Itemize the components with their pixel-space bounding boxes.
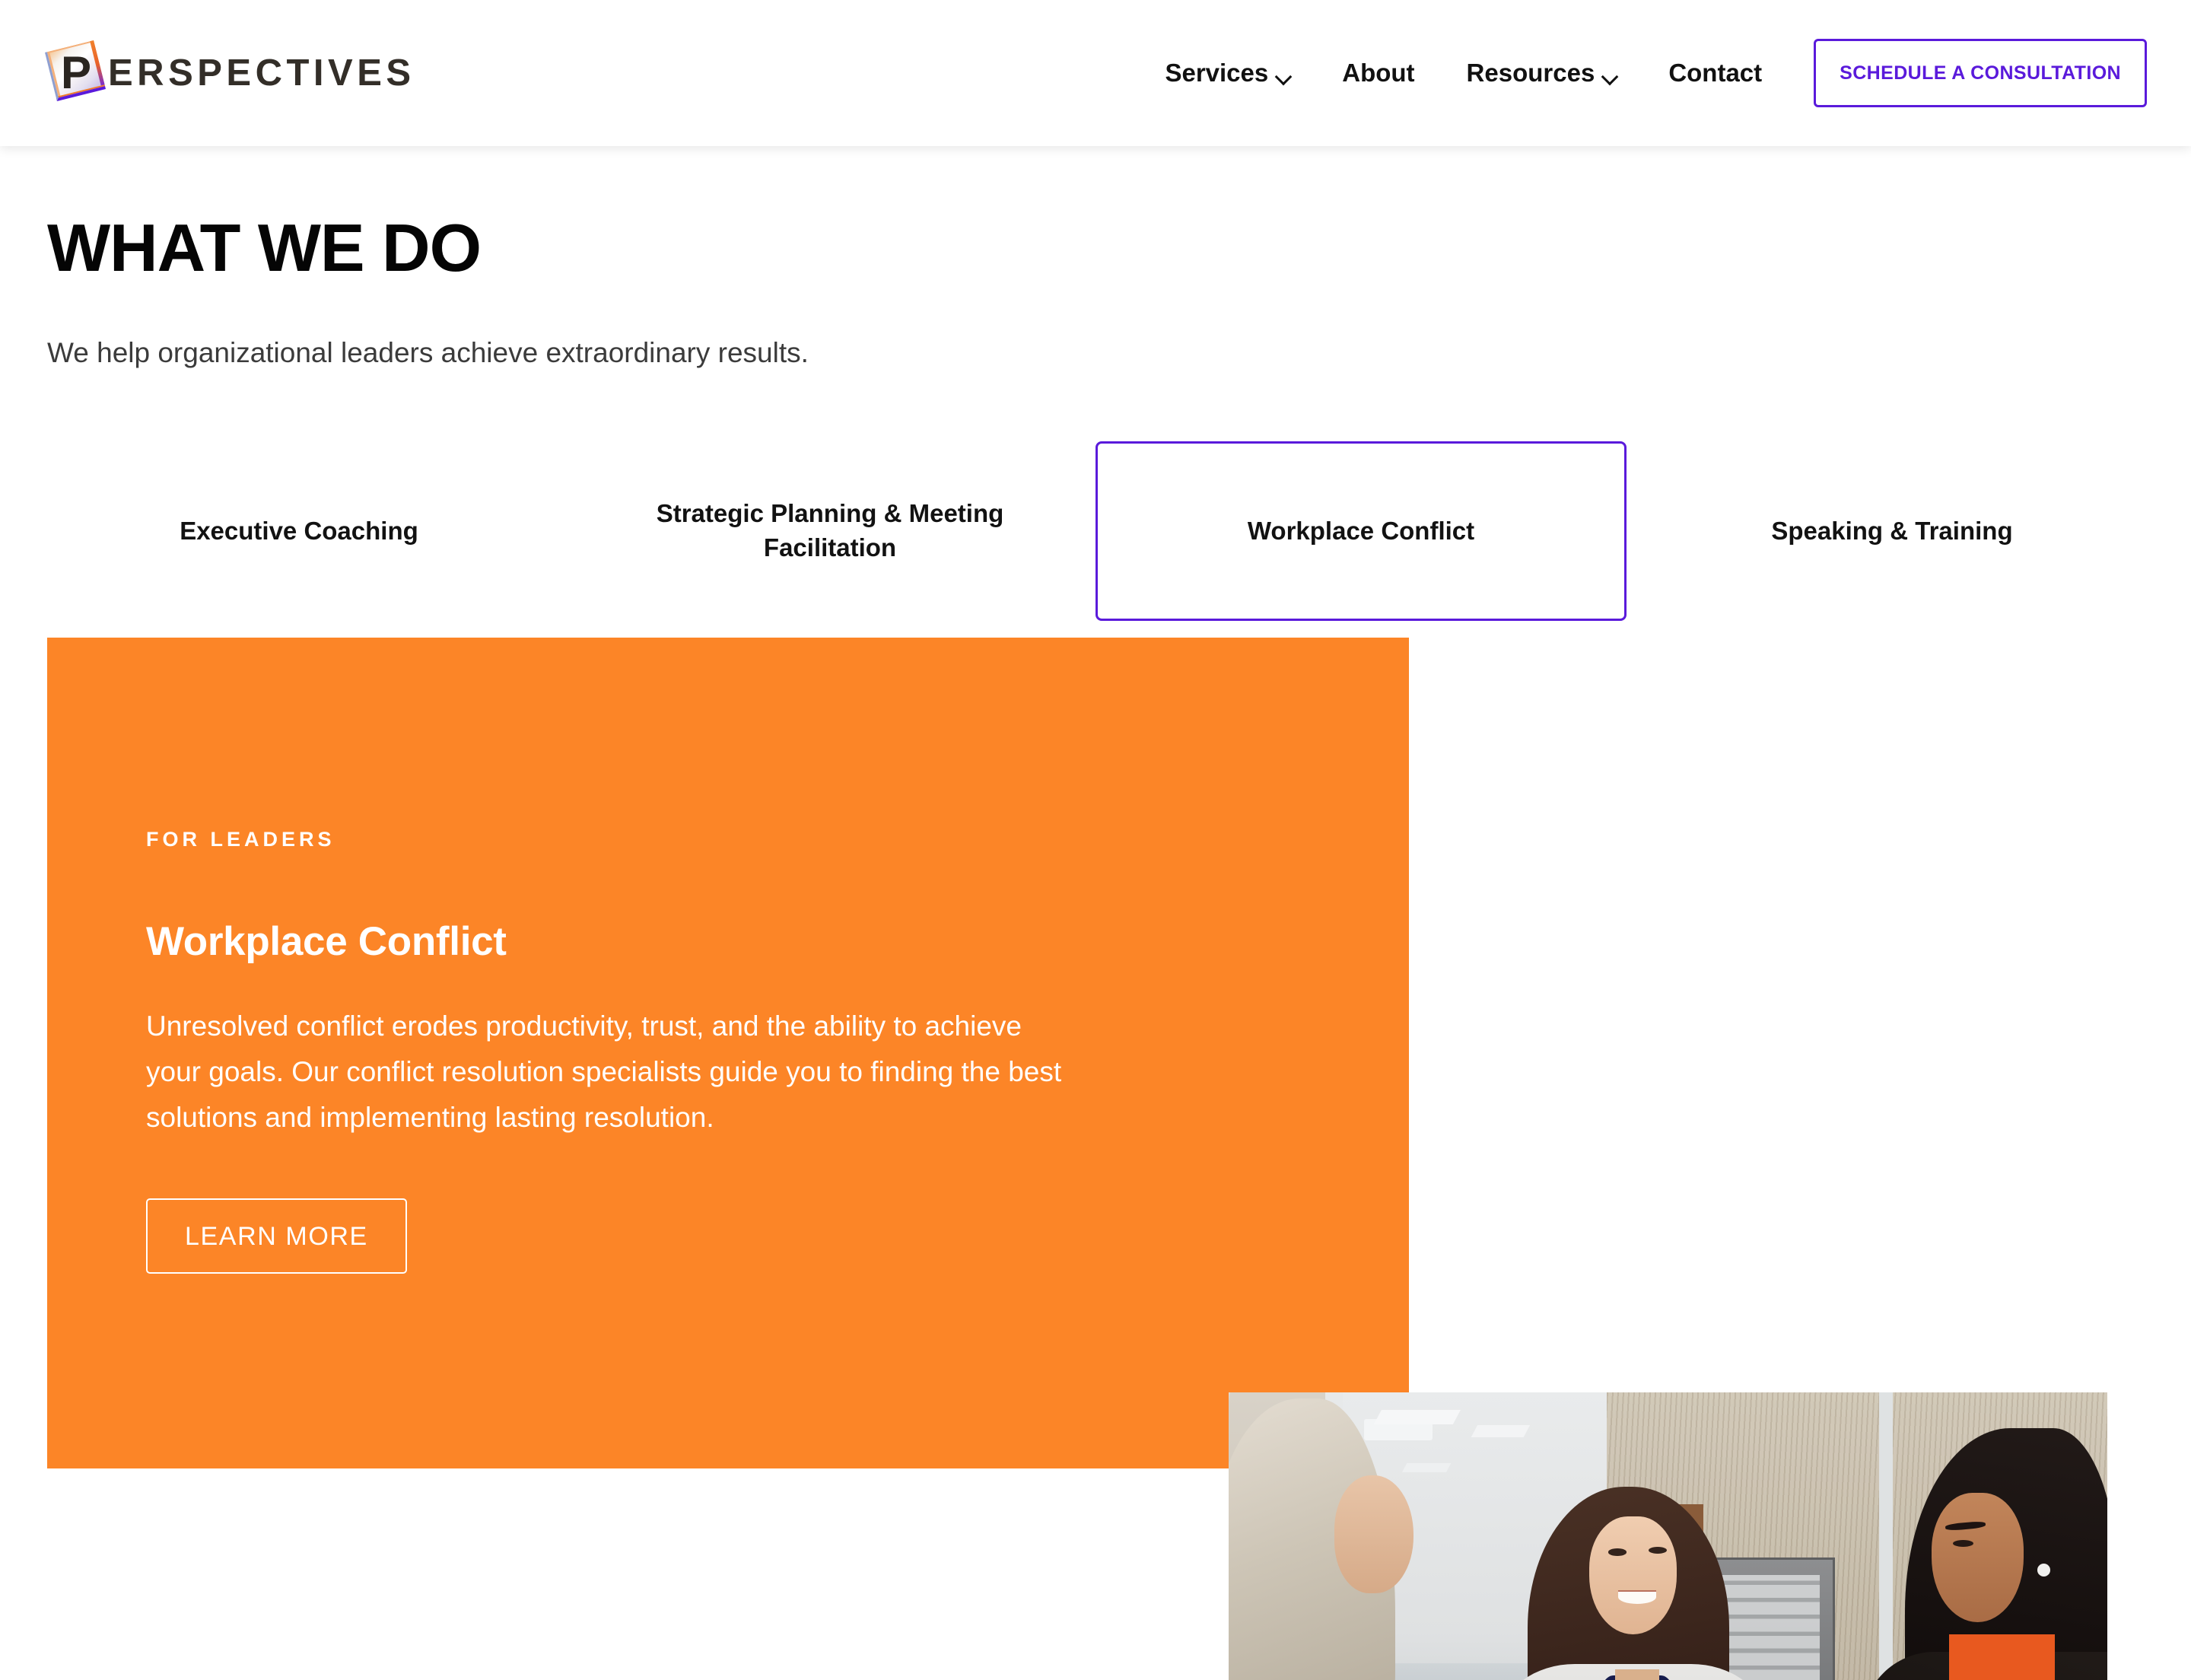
tab-workplace-conflict-label: Workplace Conflict [1247, 516, 1475, 545]
nav-item-about-label: About [1342, 59, 1415, 87]
nav-item-resources[interactable]: Resources [1441, 59, 1643, 88]
chevron-down-icon [1277, 71, 1290, 78]
nav-item-resources-label: Resources [1466, 59, 1595, 87]
feature-panel: FOR LEADERS Workplace Conflict Unresolve… [0, 638, 2191, 1680]
nav-item-services[interactable]: Services [1139, 59, 1316, 88]
page-title: WHAT WE DO [47, 210, 482, 285]
tab-strategic-planning-meeting-facilitation[interactable]: Strategic Planning & Meeting Facilitatio… [564, 441, 1096, 622]
schedule-consultation-button[interactable]: SCHEDULE A CONSULTATION [1814, 39, 2147, 107]
feature-photo [1229, 1392, 2107, 1680]
nav-item-contact[interactable]: Contact [1642, 59, 1788, 88]
page-subtitle: We help organizational leaders achieve e… [47, 337, 809, 368]
nav-item-about[interactable]: About [1316, 59, 1440, 88]
tab-speaking-training[interactable]: Speaking & Training [1627, 441, 2158, 622]
feature-text-block: FOR LEADERS Workplace Conflict Unresolve… [146, 828, 1112, 1274]
feature-body-text: Unresolved conflict erodes productivity,… [146, 1010, 1062, 1134]
tab-workplace-conflict[interactable]: Workplace Conflict [1096, 441, 1627, 622]
nav-item-contact-label: Contact [1668, 59, 1763, 87]
feature-heading: Workplace Conflict [146, 919, 507, 965]
feature-eyebrow: FOR LEADERS [146, 828, 335, 851]
main-navigation: Services About Resources Contact SCHEDUL… [1139, 39, 2191, 107]
learn-more-button[interactable]: LEARN MORE [146, 1198, 407, 1274]
logo-letter-p: P [61, 47, 91, 98]
tab-executive-coaching-label: Executive Coaching [180, 516, 418, 545]
page-content: WHAT WE DO We help organizational leader… [0, 210, 2191, 1680]
photo-scene [1229, 1392, 2107, 1680]
tab-speaking-training-label: Speaking & Training [1771, 516, 2013, 545]
perspectives-diamond-logo-icon: P [40, 38, 110, 108]
feature-orange-card: FOR LEADERS Workplace Conflict Unresolve… [47, 638, 1409, 1469]
tab-executive-coaching[interactable]: Executive Coaching [33, 441, 564, 622]
site-header: P ERSPECTIVES Services About Resources C… [0, 0, 2191, 146]
brand-logo-link[interactable]: P ERSPECTIVES [40, 0, 421, 146]
chevron-down-icon [1603, 71, 1617, 78]
service-tabs: Executive Coaching Strategic Planning & … [0, 441, 2191, 622]
nav-item-services-label: Services [1165, 59, 1269, 87]
brand-wordmark: ERSPECTIVES [108, 52, 415, 94]
tab-strategic-planning-meeting-facilitation-label: Strategic Planning & Meeting Facilitatio… [656, 499, 1004, 562]
